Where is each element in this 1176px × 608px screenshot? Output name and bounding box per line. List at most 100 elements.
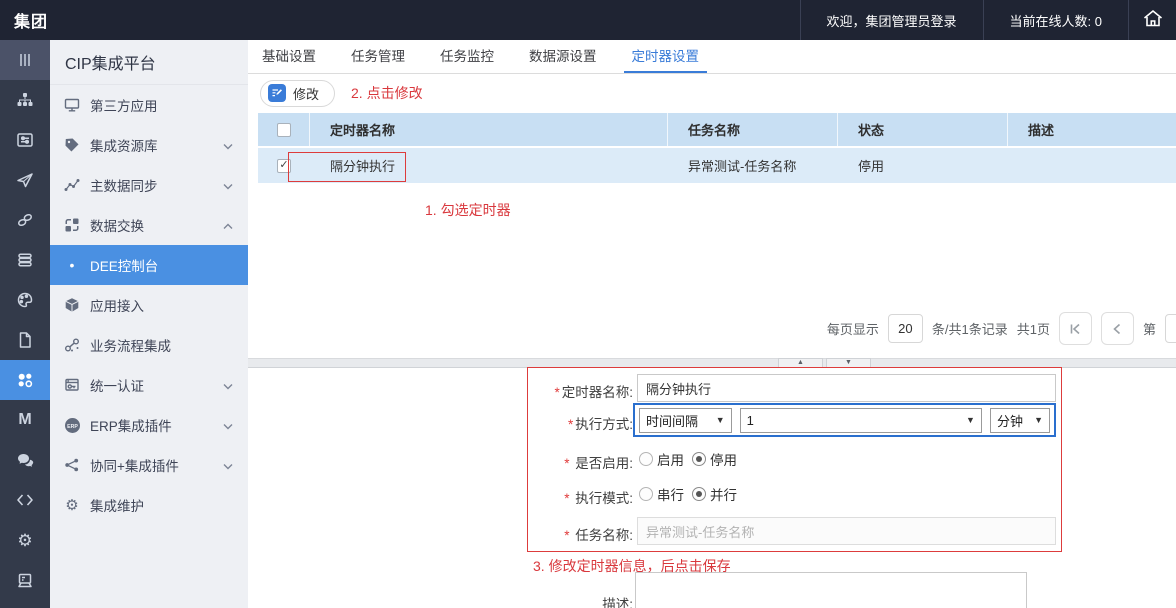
- interval-type-select[interactable]: 时间间隔 ▼: [639, 408, 732, 433]
- radio-option-serial[interactable]: 串行: [639, 484, 684, 504]
- run-mode-label: * 执行模式:: [450, 487, 633, 507]
- splitter-expand-up-button[interactable]: ▲: [778, 358, 823, 368]
- table-row[interactable]: ✓ 隔分钟执行 异常测试-任务名称 停用: [258, 148, 1176, 183]
- app-grid-icon[interactable]: [0, 360, 50, 400]
- row-checkbox[interactable]: ✓: [277, 159, 291, 173]
- cell-timer-name: 隔分钟执行: [310, 148, 668, 183]
- modify-button[interactable]: 修改: [260, 80, 335, 107]
- sidebar-item-label: DEE控制台: [90, 255, 158, 275]
- radio-option-disable[interactable]: 停用: [692, 449, 737, 469]
- chevron-down-icon: [223, 458, 233, 473]
- sidebar-item-data-exchange[interactable]: 数据交换: [50, 205, 248, 245]
- prev-page-button[interactable]: [1101, 312, 1134, 345]
- tab-bar: 基础设置 任务管理 任务监控 数据源设置 定时器设置: [248, 40, 1176, 74]
- radio-option-enable[interactable]: 启用: [639, 449, 684, 469]
- task-name-input[interactable]: 异常测试-任务名称: [637, 517, 1056, 545]
- palette-icon[interactable]: [0, 280, 50, 320]
- code-icon[interactable]: [0, 480, 50, 520]
- scatter-chart-icon: [63, 176, 81, 194]
- cell-task-name: 异常测试-任务名称: [668, 148, 838, 183]
- exec-mode-group: 时间间隔 ▼ 1 ▼ 分钟 ▼: [633, 403, 1056, 437]
- per-page-input[interactable]: 20: [888, 314, 923, 343]
- document-icon[interactable]: [0, 320, 50, 360]
- sidebar-item-unified-auth[interactable]: 统一认证: [50, 365, 248, 405]
- chat-icon[interactable]: [0, 440, 50, 480]
- send-icon[interactable]: [0, 160, 50, 200]
- menu-columns-icon[interactable]: [0, 40, 50, 80]
- main-content: 基础设置 任务管理 任务监控 数据源设置 定时器设置 修改 2. 点击修改 定时…: [248, 40, 1176, 608]
- tab-task-monitor[interactable]: 任务监控: [438, 38, 496, 73]
- sidebar-item-business-process-integration[interactable]: 业务流程集成: [50, 325, 248, 365]
- chevron-up-icon: [223, 218, 233, 233]
- annotation-step2: 2. 点击修改: [351, 83, 423, 103]
- column-header-status: 状态: [838, 113, 1008, 146]
- sidebar-item-collab-plugin[interactable]: 协同+集成插件: [50, 445, 248, 485]
- home-button[interactable]: [1128, 0, 1176, 40]
- flow-link-icon: [63, 336, 81, 354]
- gear-icon[interactable]: ⚙: [0, 520, 50, 560]
- triangle-up-icon: ▲: [797, 359, 804, 366]
- monitor-icon: [63, 96, 81, 114]
- select-all-checkbox[interactable]: [277, 123, 291, 137]
- sidebar-item-label: 协同+集成插件: [90, 455, 179, 475]
- tab-datasource-settings[interactable]: 数据源设置: [527, 38, 599, 73]
- sidebar-item-label: 业务流程集成: [90, 335, 171, 355]
- sidebar-item-label: 第三方应用: [90, 95, 158, 115]
- radio-icon: [639, 487, 653, 501]
- radio-selected-icon: [692, 452, 706, 466]
- org-chart-icon[interactable]: [0, 80, 50, 120]
- chevron-down-icon: [223, 138, 233, 153]
- panel-splitter[interactable]: ▲ ▼: [248, 358, 1176, 368]
- modify-button-label: 修改: [293, 84, 319, 103]
- tab-timer-settings[interactable]: 定时器设置: [630, 38, 702, 73]
- sliders-icon[interactable]: [0, 120, 50, 160]
- sidebar-item-label: 主数据同步: [90, 175, 158, 195]
- terminal-icon[interactable]: [0, 560, 50, 600]
- exec-mode-label: *执行方式:: [450, 413, 633, 433]
- sidebar-item-label: 数据交换: [90, 215, 144, 235]
- per-page-label: 每页显示: [827, 319, 879, 338]
- interval-value-select[interactable]: 1 ▼: [740, 408, 982, 433]
- chain-icon[interactable]: [0, 200, 50, 240]
- auth-window-icon: [63, 376, 81, 394]
- run-mode-radio-group: 串行 并行: [639, 484, 737, 504]
- sidebar-item-integration-maintenance[interactable]: ⚙ 集成维护: [50, 485, 248, 525]
- chevron-down-icon: [223, 418, 233, 433]
- sidebar: CIP集成平台 第三方应用 集成资源库 主数据同步: [50, 40, 248, 608]
- application-window: 集团 欢迎，集团管理员登录 当前在线人数: 0: [0, 0, 1176, 608]
- sidebar-item-master-data-sync[interactable]: 主数据同步: [50, 165, 248, 205]
- timer-name-input[interactable]: 隔分钟执行: [637, 374, 1056, 402]
- erp-badge-icon: ERP: [63, 416, 81, 434]
- description-textarea[interactable]: [635, 572, 1027, 608]
- radio-icon: [639, 452, 653, 466]
- letter-m-icon[interactable]: M: [0, 400, 50, 440]
- page-number-input[interactable]: [1165, 314, 1176, 343]
- top-bar: 集团 欢迎，集团管理员登录 当前在线人数: 0: [0, 0, 1176, 40]
- stack-icon[interactable]: [0, 240, 50, 280]
- share-nodes-icon: [63, 456, 81, 474]
- icon-strip: M ⚙: [0, 40, 50, 608]
- caret-down-icon: ▼: [716, 415, 725, 425]
- table-header-row: 定时器名称 任务名称 状态 描述: [258, 113, 1176, 148]
- page-prefix-label: 第: [1143, 319, 1156, 338]
- sidebar-item-dee-console[interactable]: • DEE控制台: [50, 245, 248, 285]
- interval-unit-select[interactable]: 分钟 ▼: [990, 408, 1050, 433]
- first-page-button[interactable]: [1059, 312, 1092, 345]
- task-name-label: * 任务名称:: [450, 524, 633, 544]
- enabled-label: * 是否启用:: [450, 452, 633, 472]
- triangle-down-icon: ▼: [845, 359, 852, 366]
- radio-option-parallel[interactable]: 并行: [692, 484, 737, 504]
- column-header-description: 描述: [1008, 113, 1176, 146]
- sidebar-item-integration-repository[interactable]: 集成资源库: [50, 125, 248, 165]
- home-icon: [1142, 8, 1164, 33]
- sidebar-item-third-party-app[interactable]: 第三方应用: [50, 85, 248, 125]
- sidebar-item-erp-plugin[interactable]: ERP ERP集成插件: [50, 405, 248, 445]
- cube-icon: [63, 296, 81, 314]
- sidebar-item-label: 应用接入: [90, 295, 144, 315]
- swap-blocks-icon: [63, 216, 81, 234]
- tab-task-management[interactable]: 任务管理: [349, 38, 407, 73]
- tab-basic-settings[interactable]: 基础设置: [260, 38, 318, 73]
- brand-title: 集团: [0, 8, 48, 32]
- sidebar-item-app-access[interactable]: 应用接入: [50, 285, 248, 325]
- splitter-collapse-down-button[interactable]: ▼: [826, 358, 871, 368]
